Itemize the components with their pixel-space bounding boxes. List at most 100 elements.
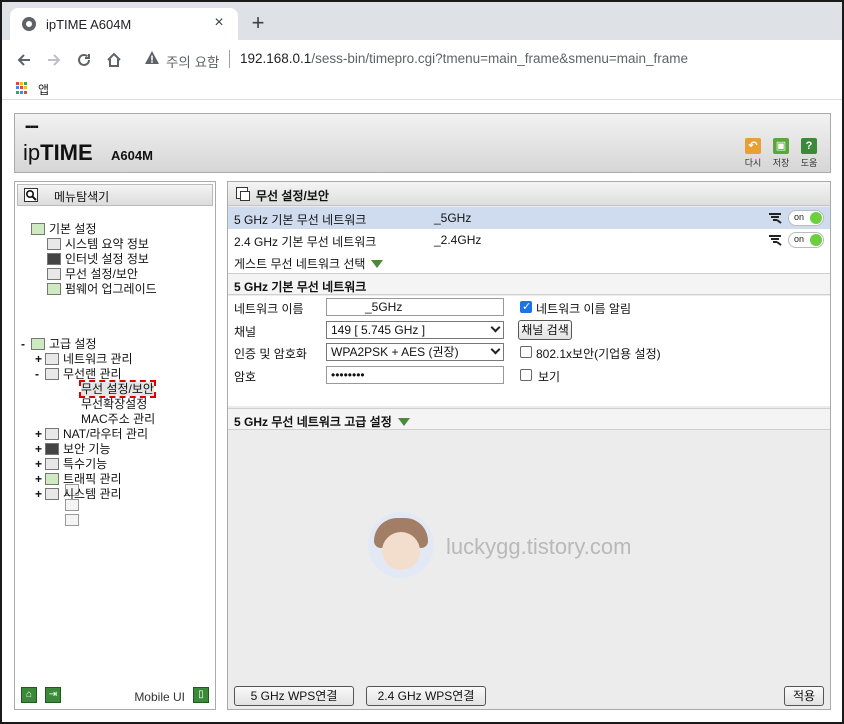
network-row-5ghz[interactable]: 5 GHz 기본 무선 네트워크 _5GHz on bbox=[228, 207, 830, 229]
forward-button[interactable] bbox=[42, 48, 66, 72]
triangle-down-icon[interactable] bbox=[397, 418, 410, 426]
wifi-signal-icon bbox=[769, 213, 782, 224]
home-button[interactable] bbox=[102, 48, 126, 72]
broadcast-checkbox[interactable] bbox=[520, 300, 532, 313]
avatar bbox=[368, 512, 434, 578]
network-ssid: _5GHz bbox=[434, 211, 472, 225]
tree-security[interactable]: + 보안 기능 bbox=[35, 442, 111, 456]
triangle-down-icon[interactable] bbox=[371, 260, 384, 268]
tree-label: 고급 설정 bbox=[49, 337, 97, 351]
network-toggle[interactable]: on bbox=[788, 232, 824, 248]
network-row-2ghz[interactable]: 2.4 GHz 기본 무선 네트워크 _2.4GHz on bbox=[228, 229, 830, 251]
auth-select[interactable]: WPA2PSK + AES (권장) bbox=[326, 343, 504, 361]
undo-icon: ↶ bbox=[745, 138, 761, 154]
channel-scan-button[interactable]: 채널 검색 bbox=[518, 320, 572, 340]
expand-toggle[interactable]: + bbox=[35, 487, 45, 501]
save-button[interactable]: ▣ 저장 bbox=[770, 138, 792, 169]
save-icon: ▣ bbox=[773, 138, 789, 154]
new-tab-button[interactable]: + bbox=[246, 12, 270, 36]
arrow-right-icon bbox=[48, 54, 61, 66]
folder-icon bbox=[31, 223, 45, 235]
tree-special[interactable]: + 특수기능 bbox=[35, 457, 107, 471]
router-icon bbox=[45, 428, 59, 440]
wps-5ghz-button[interactable]: 5 GHz WPS연결 bbox=[234, 686, 354, 706]
tree-system-summary[interactable]: 시스템 요약 정보 bbox=[47, 237, 149, 251]
tree-wireless-security[interactable]: 무선 설정/보안 bbox=[63, 380, 156, 496]
back-button[interactable] bbox=[12, 48, 36, 72]
system-icon bbox=[45, 488, 59, 500]
enterprise-checkbox[interactable] bbox=[520, 346, 532, 358]
network-name-input[interactable]: _5GHz bbox=[326, 298, 504, 316]
page-title: 무선 설정/보안 bbox=[256, 189, 329, 203]
tree-internet-info[interactable]: 인터넷 설정 정보 bbox=[47, 252, 149, 266]
home-icon[interactable]: ⌂ bbox=[21, 687, 37, 703]
tree-label: 무선랜 관리 bbox=[63, 367, 122, 381]
enterprise-label: 802.1x보안(기업용 설정) bbox=[536, 347, 661, 361]
search-icon bbox=[24, 188, 38, 202]
collapse-toggle[interactable]: - bbox=[35, 367, 45, 381]
advanced-section-header[interactable]: 5 GHz 무선 네트워크 고급 설정 bbox=[228, 408, 830, 430]
tree-advanced-settings[interactable]: - 고급 설정 bbox=[21, 337, 97, 351]
apps-bookmark[interactable]: 앱 bbox=[38, 81, 49, 98]
guest-network-row[interactable]: 게스트 무선 네트워크 선택 bbox=[228, 251, 830, 273]
tab-close-button[interactable]: × bbox=[208, 12, 230, 34]
show-password-checkbox[interactable] bbox=[520, 369, 532, 381]
tree-network-mgmt[interactable]: + 네트워크 관리 bbox=[35, 352, 133, 366]
apps-grid-icon[interactable] bbox=[16, 82, 28, 94]
show-password-label: 보기 bbox=[538, 370, 561, 384]
chart-icon bbox=[47, 238, 61, 250]
tree-label: 시스템 관리 bbox=[63, 487, 122, 501]
expand-toggle[interactable]: + bbox=[35, 442, 45, 456]
tree-basic-settings[interactable]: 기본 설정 bbox=[31, 222, 97, 236]
wps-24ghz-button[interactable]: 2.4 GHz WPS연결 bbox=[366, 686, 486, 706]
tree-label: 보안 기능 bbox=[63, 442, 111, 456]
apply-button[interactable]: 적용 bbox=[784, 686, 824, 706]
browser-tabstrip: ipTIME A604M × + bbox=[2, 2, 842, 40]
tree-wireless-mgmt[interactable]: - 무선랜 관리 bbox=[35, 367, 122, 381]
tab-title: ipTIME A604M bbox=[46, 17, 132, 32]
auth-value: WPA2PSK + AES (권장) bbox=[331, 345, 459, 359]
expand-toggle[interactable]: + bbox=[35, 352, 45, 366]
undo-button[interactable]: ↶ 다시 bbox=[742, 138, 764, 169]
mobile-icon[interactable]: ▯ bbox=[193, 687, 209, 703]
network-toggle[interactable]: on bbox=[788, 210, 824, 226]
channel-value: 149 [ 5.745 GHz ] bbox=[331, 323, 426, 337]
tree-label: 펌웨어 업그레이드 bbox=[65, 282, 157, 296]
window-icon bbox=[236, 187, 250, 201]
channel-select[interactable]: 149 [ 5.745 GHz ] bbox=[326, 321, 504, 339]
toggle-knob bbox=[810, 234, 822, 246]
tree-label: 트래픽 관리 bbox=[63, 472, 122, 486]
tree-mac-mgmt[interactable]: MAC주소 관리 bbox=[63, 412, 155, 526]
expand-toggle[interactable]: + bbox=[35, 472, 45, 486]
save-label: 저장 bbox=[772, 158, 790, 168]
tree-wireless-extension[interactable]: 무선확장설정 bbox=[63, 397, 148, 511]
tree-nat-router[interactable]: + NAT/라우터 관리 bbox=[35, 427, 148, 441]
tree-label: 기본 설정 bbox=[49, 222, 97, 236]
mobile-ui-link[interactable]: Mobile UI bbox=[134, 690, 185, 704]
reload-button[interactable] bbox=[72, 48, 96, 72]
main-panel-header: 무선 설정/보안 bbox=[228, 182, 830, 206]
menu-explorer: 메뉴탐색기 기본 설정 시스템 요약 정보 인터넷 설정 정보 무선 설정/보안… bbox=[14, 181, 216, 710]
network-label: 2.4 GHz 기본 무선 네트워크 bbox=[234, 235, 377, 249]
url-text[interactable]: 192.168.0.1/sess-bin/timepro.cgi?tmenu=m… bbox=[240, 51, 688, 66]
upgrade-icon bbox=[47, 283, 61, 295]
tree-traffic[interactable]: + 트래픽 관리 bbox=[35, 472, 122, 486]
tree-firmware[interactable]: 펌웨어 업그레이드 bbox=[47, 282, 157, 296]
password-input[interactable]: •••••••• bbox=[326, 366, 504, 384]
help-button[interactable]: ? 도움 bbox=[798, 138, 820, 169]
expand-toggle[interactable]: + bbox=[35, 457, 45, 471]
monitor-icon bbox=[47, 253, 61, 265]
tree-wireless-basic[interactable]: 무선 설정/보안 bbox=[47, 267, 138, 281]
warning-icon[interactable] bbox=[144, 50, 160, 66]
collapse-toggle[interactable]: - bbox=[21, 337, 31, 351]
tree-label: 무선확장설정 bbox=[81, 397, 148, 411]
section-title: 5 GHz 기본 무선 네트워크 bbox=[234, 280, 367, 294]
browser-toolbar: 주의 요함 192.168.0.1/sess-bin/timepro.cgi?t… bbox=[2, 40, 842, 78]
logout-icon[interactable]: ⇥ bbox=[45, 687, 61, 703]
browser-tab[interactable]: ipTIME A604M × bbox=[10, 8, 238, 40]
tree-system-mgmt[interactable]: + 시스템 관리 bbox=[35, 487, 122, 501]
address-bar[interactable]: 주의 요함 192.168.0.1/sess-bin/timepro.cgi?t… bbox=[134, 44, 834, 74]
expand-toggle[interactable]: + bbox=[35, 427, 45, 441]
section-title: 5 GHz 무선 네트워크 고급 설정 bbox=[234, 415, 392, 429]
security-warning-label[interactable]: 주의 요함 bbox=[166, 51, 219, 71]
